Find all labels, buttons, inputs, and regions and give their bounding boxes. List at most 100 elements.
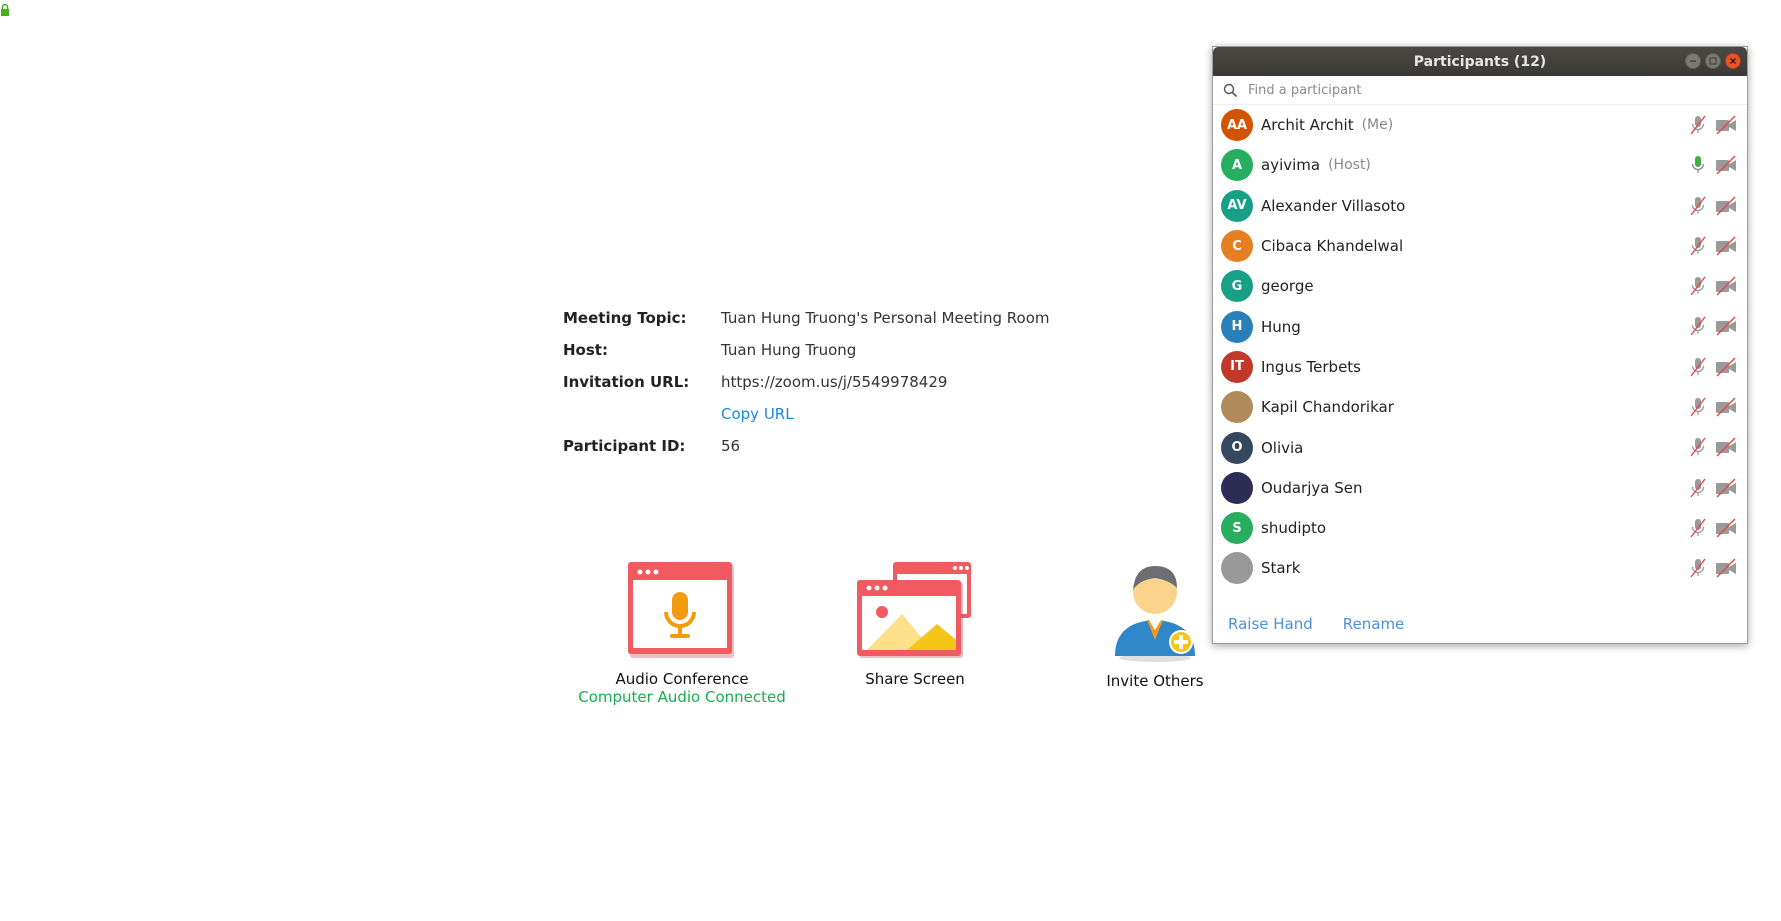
participant-name: Alexander Villasoto: [1261, 196, 1406, 215]
raise-hand-button[interactable]: Raise Hand: [1228, 615, 1313, 633]
avatar: A: [1221, 149, 1253, 182]
participant-name: ayivima: [1261, 156, 1321, 175]
maximize-icon: [1709, 57, 1717, 65]
participant-role-tag: (Host): [1328, 157, 1371, 174]
video-off-icon: [1716, 236, 1736, 256]
participant-row[interactable]: O Olivia: [1213, 427, 1747, 467]
participant-status-icons: [1689, 155, 1737, 175]
mic-muted-icon: [1690, 437, 1706, 457]
avatar: [1221, 552, 1253, 585]
participant-row[interactable]: Aayivima (Host): [1213, 145, 1747, 185]
participant-name: Hung: [1261, 317, 1301, 336]
video-off-icon: [1716, 437, 1736, 457]
meeting-topic-row: Meeting Topic: Tuan Hung Truong's Person…: [563, 302, 1083, 334]
video-off-icon: [1716, 558, 1736, 578]
video-off-icon: [1716, 518, 1736, 538]
window-controls: [1685, 53, 1741, 69]
avatar: AV: [1221, 189, 1253, 222]
invitation-url-value[interactable]: https://zoom.us/j/5549978429: [721, 373, 947, 391]
participant-row[interactable]: H Hung: [1213, 306, 1747, 346]
participant-status-icons: [1689, 276, 1737, 296]
avatar: S: [1221, 512, 1253, 545]
participant-status-icons: [1689, 196, 1737, 216]
participant-list: AA Archit Archit (Me) Aayivima (Host) AV Alexa…: [1213, 105, 1747, 589]
participant-id-value: 56: [721, 437, 741, 455]
audio-status-text: Computer Audio Connected: [578, 688, 786, 706]
host-value: Tuan Hung Truong: [721, 341, 857, 359]
mic-muted-icon: [1690, 276, 1706, 296]
participant-row[interactable]: AV Alexander Villasoto: [1213, 186, 1747, 226]
participant-row[interactable]: Stark: [1213, 548, 1747, 588]
maximize-button[interactable]: [1705, 53, 1721, 69]
meeting-topic-value: Tuan Hung Truong's Personal Meeting Room: [721, 309, 1050, 327]
participant-status-icons: [1689, 236, 1737, 256]
copy-url-row: Copy URL: [563, 398, 1083, 430]
video-off-icon: [1716, 316, 1736, 336]
participant-search-input[interactable]: [1246, 81, 1650, 99]
mic-muted-icon: [1690, 115, 1706, 135]
participants-titlebar[interactable]: Participants (12): [1213, 47, 1747, 76]
participant-status-icons: [1689, 478, 1737, 498]
participant-id-row: Participant ID: 56: [563, 430, 1083, 462]
minimize-button[interactable]: [1685, 53, 1701, 69]
mic-muted-icon: [1690, 518, 1706, 538]
video-off-icon: [1716, 478, 1736, 498]
video-off-icon: [1716, 115, 1736, 135]
participant-role-tag: (Me): [1361, 117, 1394, 134]
participant-row[interactable]: AA Archit Archit (Me): [1213, 105, 1747, 145]
mic-on-icon: [1691, 156, 1705, 174]
participant-row[interactable]: Sshudipto: [1213, 508, 1747, 548]
participant-status-icons: [1689, 558, 1737, 578]
video-off-icon: [1716, 397, 1736, 417]
participant-status-icons: [1689, 437, 1737, 457]
invite-others-button[interactable]: Invite Others: [1090, 562, 1220, 690]
participant-row[interactable]: IT Ingus Terbets: [1213, 347, 1747, 387]
participant-name: shudipto: [1261, 519, 1327, 538]
participant-name: Archit Archit: [1261, 116, 1354, 135]
participant-row[interactable]: Ggeorge: [1213, 266, 1747, 306]
avatar: [1221, 391, 1253, 424]
host-label: Host:: [563, 341, 608, 359]
participant-search-bar: [1213, 76, 1747, 105]
minimize-icon: [1690, 60, 1696, 62]
participant-status-icons: [1689, 316, 1737, 336]
share-screen-label: Share Screen: [865, 670, 965, 688]
participant-row[interactable]: Kapil Chandorikar: [1213, 387, 1747, 427]
avatar: H: [1221, 310, 1253, 343]
participant-status-icons: [1689, 397, 1737, 417]
lock-icon: [1, 3, 9, 16]
video-off-icon: [1716, 357, 1736, 377]
video-off-icon: [1716, 196, 1736, 216]
audio-conference-button[interactable]: Audio Conference Computer Audio Connecte…: [567, 562, 797, 706]
participant-name: george: [1261, 277, 1314, 296]
close-button[interactable]: [1725, 53, 1741, 69]
participants-window: Participants (12) AA Archit Archit (Me) Aay…: [1212, 46, 1748, 644]
participant-status-icons: [1689, 518, 1737, 538]
meeting-info: Meeting Topic: Tuan Hung Truong's Person…: [563, 302, 1083, 462]
avatar: O: [1221, 431, 1253, 464]
participant-name: Ingus Terbets: [1261, 357, 1361, 376]
participant-name: Stark: [1261, 559, 1301, 578]
avatar: G: [1221, 270, 1253, 303]
avatar: AA: [1221, 109, 1253, 142]
mic-muted-icon: [1690, 317, 1706, 336]
participant-row[interactable]: C Cibaca Khandelwal: [1213, 226, 1747, 266]
copy-url-link[interactable]: Copy URL: [721, 405, 794, 423]
video-off-icon: [1716, 155, 1736, 175]
avatar: IT: [1221, 350, 1253, 383]
participant-id-label: Participant ID:: [563, 437, 686, 455]
mic-muted-icon: [1690, 478, 1706, 498]
participant-row[interactable]: Oudarjya Sen: [1213, 468, 1747, 508]
mic-muted-icon: [1690, 196, 1706, 216]
invite-others-label: Invite Others: [1106, 672, 1204, 690]
audio-conference-icon: [628, 562, 734, 658]
avatar: [1221, 471, 1253, 504]
participant-name: Oudarjya Sen: [1261, 478, 1363, 497]
video-off-icon: [1716, 276, 1736, 296]
share-screen-button[interactable]: Share Screen: [830, 562, 1000, 688]
participant-name: Kapil Chandorikar: [1261, 398, 1394, 417]
host-row: Host: Tuan Hung Truong: [563, 334, 1083, 366]
rename-button[interactable]: Rename: [1343, 615, 1405, 633]
audio-conference-label: Audio Conference: [615, 670, 749, 688]
mic-muted-icon: [1690, 558, 1706, 578]
